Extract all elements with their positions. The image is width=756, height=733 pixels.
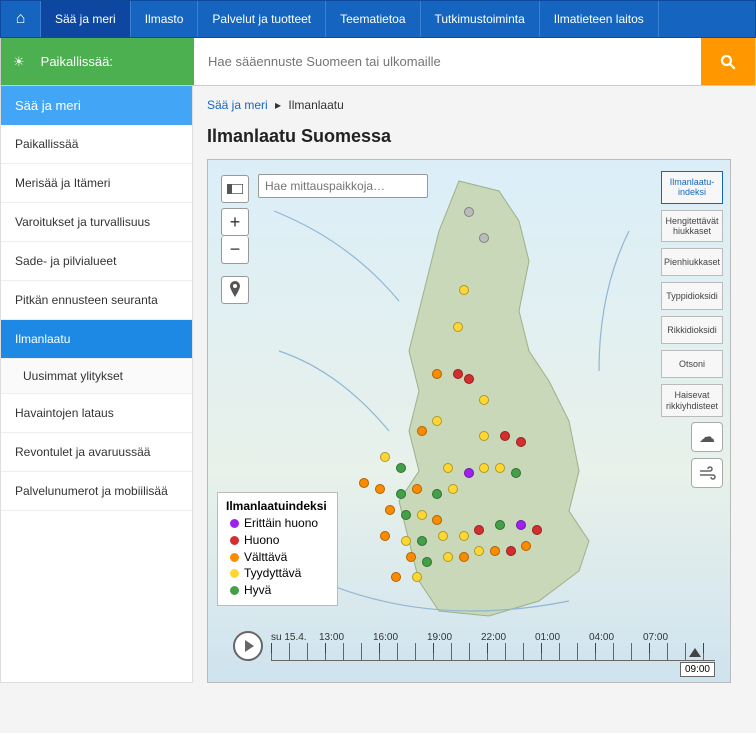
sidebar-item-3[interactable]: Sade- ja pilvialueet xyxy=(1,242,192,281)
legend-row-1: Huono xyxy=(230,532,327,549)
station-marker[interactable] xyxy=(443,463,453,473)
timeline-cursor-icon xyxy=(689,648,701,657)
station-marker[interactable] xyxy=(532,525,542,535)
sidebar-item-5[interactable]: Ilmanlaatu xyxy=(1,320,192,359)
station-marker[interactable] xyxy=(385,505,395,515)
station-marker[interactable] xyxy=(422,557,432,567)
sidebar-item-6[interactable]: Havaintojen lataus xyxy=(1,394,192,433)
page-title: Ilmanlaatu Suomessa xyxy=(207,126,738,147)
layer-button-5[interactable]: Otsoni xyxy=(661,350,723,378)
nav-item-2[interactable]: Palvelut ja tuotteet xyxy=(198,1,326,37)
timeline-tick-1: 16:00 xyxy=(373,632,427,643)
legend-row-2: Välttävä xyxy=(230,549,327,566)
sidebar: Sää ja meri PaikallissääMerisää ja Itäme… xyxy=(0,86,193,683)
station-marker[interactable] xyxy=(495,463,505,473)
breadcrumb-current: Ilmanlaatu xyxy=(288,98,343,112)
station-marker[interactable] xyxy=(417,536,427,546)
station-marker[interactable] xyxy=(412,572,422,582)
station-marker[interactable] xyxy=(448,484,458,494)
station-marker[interactable] xyxy=(401,510,411,520)
breadcrumb-root[interactable]: Sää ja meri xyxy=(207,98,268,112)
timeline-tick-0: 13:00 xyxy=(319,632,373,643)
station-marker[interactable] xyxy=(464,374,474,384)
sidebar-item-4[interactable]: Pitkän ennusteen seuranta xyxy=(1,281,192,320)
wind-layer-button[interactable] xyxy=(691,458,723,488)
station-marker[interactable] xyxy=(396,463,406,473)
station-marker[interactable] xyxy=(464,207,474,217)
layer-button-0[interactable]: Ilmanlaatu-indeksi xyxy=(661,171,723,204)
timeline: su 15.4.13:0016:0019:0022:0001:0004:0007… xyxy=(233,622,715,670)
station-marker[interactable] xyxy=(396,489,406,499)
local-weather-label: Paikallissää: xyxy=(1,38,194,85)
timeline-tick-6: 07:00 xyxy=(643,632,697,643)
top-nav: ⌂ Sää ja meriIlmastoPalvelut ja tuotteet… xyxy=(0,0,756,38)
layer-button-1[interactable]: Hengitettävät hiukkaset xyxy=(661,210,723,243)
weather-icon xyxy=(13,54,31,70)
play-button[interactable] xyxy=(233,631,263,661)
sidebar-subitem-5-0[interactable]: Uusimmat ylitykset xyxy=(1,359,192,394)
sidebar-item-8[interactable]: Palvelunumerot ja mobiilisää xyxy=(1,472,192,511)
station-marker[interactable] xyxy=(417,510,427,520)
air-quality-map[interactable]: + − Ilmanlaatu-indeksi Hengitettävät hiuk… xyxy=(207,159,731,683)
timeline-tick-2: 19:00 xyxy=(427,632,481,643)
station-marker[interactable] xyxy=(380,531,390,541)
sidebar-item-7[interactable]: Revontulet ja avaruussää xyxy=(1,433,192,472)
station-marker[interactable] xyxy=(412,484,422,494)
timeline-tick-5: 04:00 xyxy=(589,632,643,643)
layer-button-6[interactable]: Haisevat rikkiyhdisteet xyxy=(661,384,723,417)
timeline-tick-4: 01:00 xyxy=(535,632,589,643)
nav-item-5[interactable]: Ilmatieteen laitos xyxy=(540,1,659,37)
zoom-out-button[interactable]: − xyxy=(221,236,249,264)
legend-row-4: Hyvä xyxy=(230,582,327,599)
timeline-date: su 15.4. xyxy=(271,632,319,643)
layer-button-2[interactable]: Pienhiukkaset xyxy=(661,248,723,276)
map-station-search-input[interactable] xyxy=(258,174,428,198)
station-marker[interactable] xyxy=(464,468,474,478)
station-marker[interactable] xyxy=(516,437,526,447)
nav-item-0[interactable]: Sää ja meri xyxy=(41,1,131,37)
layer-button-4[interactable]: Rikkidioksidi xyxy=(661,316,723,344)
station-marker[interactable] xyxy=(438,531,448,541)
nav-item-3[interactable]: Teematietoa xyxy=(326,1,420,37)
legend-title: Ilmanlaatuindeksi xyxy=(226,499,327,513)
sidebar-item-0[interactable]: Paikallissää xyxy=(1,125,192,164)
breadcrumb: Sää ja meri ▸ Ilmanlaatu xyxy=(207,98,738,112)
zoom-in-button[interactable]: + xyxy=(221,208,249,236)
station-marker[interactable] xyxy=(443,552,453,562)
layer-button-3[interactable]: Typpidioksidi xyxy=(661,282,723,310)
layer-selector: Ilmanlaatu-indeksi Hengitettävät hiukkase… xyxy=(661,171,723,417)
location-search-input[interactable] xyxy=(194,38,701,85)
search-button[interactable] xyxy=(701,38,755,85)
sidebar-item-2[interactable]: Varoitukset ja turvallisuus xyxy=(1,203,192,242)
timeline-current-time: 09:00 xyxy=(680,662,715,677)
locate-button[interactable] xyxy=(221,276,249,304)
timeline-track[interactable]: 09:00 xyxy=(271,643,715,661)
nav-item-1[interactable]: Ilmasto xyxy=(131,1,199,37)
timeline-tick-3: 22:00 xyxy=(481,632,535,643)
legend-row-3: Tyydyttävä xyxy=(230,565,327,582)
station-marker[interactable] xyxy=(459,552,469,562)
station-marker[interactable] xyxy=(406,552,416,562)
sidebar-heading: Sää ja meri xyxy=(1,86,192,125)
station-marker[interactable] xyxy=(401,536,411,546)
global-search-bar: Paikallissää: xyxy=(0,38,756,86)
station-marker[interactable] xyxy=(417,426,427,436)
station-marker[interactable] xyxy=(511,468,521,478)
station-marker[interactable] xyxy=(375,484,385,494)
station-marker[interactable] xyxy=(459,531,469,541)
sidebar-item-1[interactable]: Merisää ja Itämeri xyxy=(1,164,192,203)
cloud-layer-button[interactable]: ☁ xyxy=(691,422,723,452)
map-view-toggle[interactable] xyxy=(221,175,249,203)
home-icon[interactable]: ⌂ xyxy=(1,1,41,37)
station-marker[interactable] xyxy=(459,285,469,295)
main-content: Sää ja meri ▸ Ilmanlaatu Ilmanlaatu Suom… xyxy=(193,86,756,683)
station-marker[interactable] xyxy=(506,546,516,556)
map-legend: Ilmanlaatuindeksi Erittäin huonoHuonoVäl… xyxy=(217,492,338,606)
nav-item-4[interactable]: Tutkimustoiminta xyxy=(421,1,540,37)
legend-row-0: Erittäin huono xyxy=(230,515,327,532)
local-weather-text: Paikallissää: xyxy=(41,54,113,69)
